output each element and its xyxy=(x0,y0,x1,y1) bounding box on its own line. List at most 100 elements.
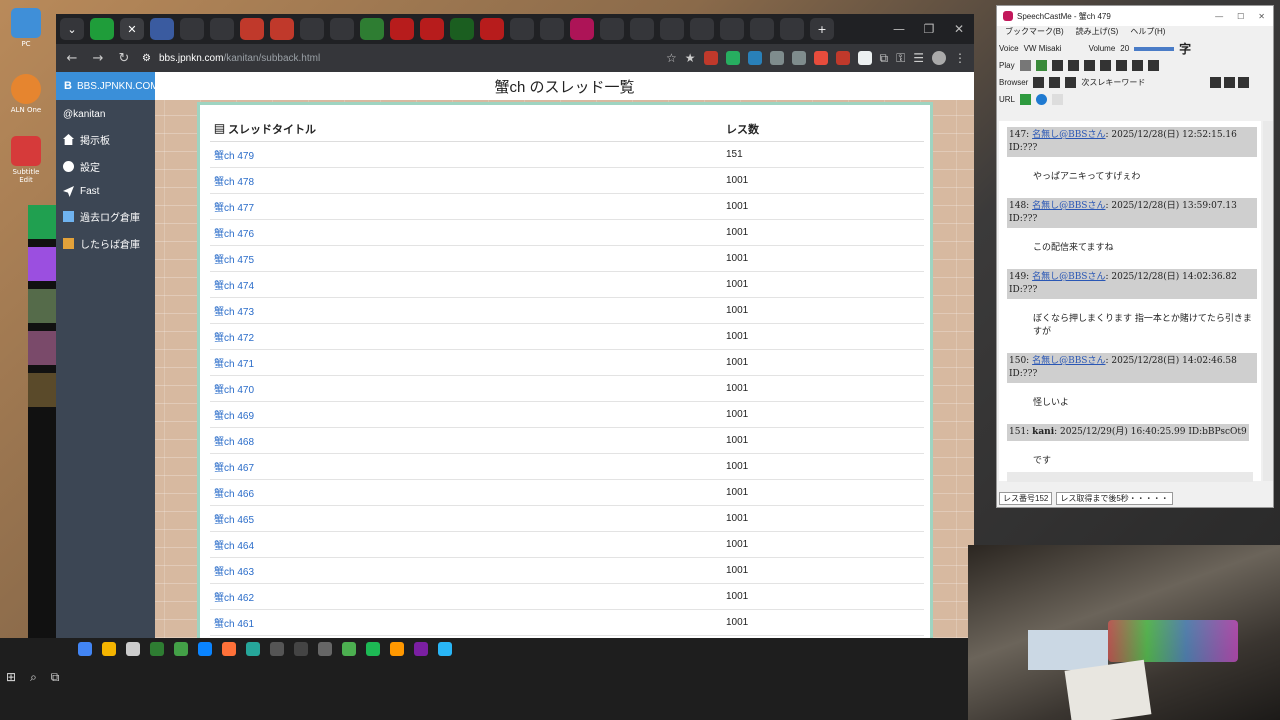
sidebar-item-board[interactable]: 掲示板 xyxy=(56,126,155,153)
close-icon[interactable]: ✕ xyxy=(944,22,974,36)
star-icon[interactable]: ★ xyxy=(685,51,696,65)
taskbar-app-icon[interactable] xyxy=(438,642,452,656)
tab[interactable] xyxy=(540,18,564,40)
taskbar-app-icon[interactable] xyxy=(390,642,404,656)
search-icon[interactable]: ⌕ xyxy=(30,670,37,685)
taskbar-app-icon[interactable] xyxy=(78,642,92,656)
stop-icon[interactable] xyxy=(1083,60,1095,71)
address-bar[interactable]: ⚙ bbs.jpnkn.com/kanitan/subback.html xyxy=(142,47,642,69)
thread-link[interactable]: 蟹ch 476 xyxy=(214,229,254,240)
forward-arrow-icon[interactable]: → xyxy=(90,51,106,66)
thumbnail[interactable] xyxy=(28,373,56,407)
post-author[interactable]: kani xyxy=(1032,427,1054,437)
tab[interactable] xyxy=(300,18,324,40)
sidebar-item-log-archive[interactable]: 過去ログ倉庫 xyxy=(56,203,155,230)
download-icon[interactable] xyxy=(1238,77,1249,88)
reload-icon[interactable]: ↻ xyxy=(116,51,132,66)
post-author[interactable]: 名無し@BBSさん xyxy=(1032,272,1105,282)
taskbar-app-icon[interactable] xyxy=(366,642,380,656)
tab[interactable] xyxy=(180,18,204,40)
tab[interactable] xyxy=(150,18,174,40)
extension-icon[interactable] xyxy=(813,51,828,65)
thread-link[interactable]: 蟹ch 478 xyxy=(214,177,254,188)
thread-link[interactable]: 蟹ch 468 xyxy=(214,437,254,448)
taskbar-app-icon[interactable] xyxy=(342,642,356,656)
tab[interactable] xyxy=(330,18,354,40)
tab[interactable] xyxy=(690,18,714,40)
zoom-out-icon[interactable] xyxy=(1210,77,1221,88)
thread-link[interactable]: 蟹ch 463 xyxy=(214,567,254,578)
thread-link[interactable]: 蟹ch 472 xyxy=(214,333,254,344)
brand-link[interactable]: B BBS.JPNKN.COM xyxy=(56,72,159,100)
thread-link[interactable]: 蟹ch 474 xyxy=(214,281,254,292)
scm-vertical-scrollbar[interactable] xyxy=(1263,121,1273,481)
avatar[interactable] xyxy=(932,51,946,65)
extension-icon[interactable] xyxy=(747,51,762,65)
extension-icon[interactable] xyxy=(703,51,718,65)
bookmark-icon[interactable] xyxy=(28,205,56,239)
taskbar-app-icon[interactable] xyxy=(126,642,140,656)
taskbar-app-icon[interactable] xyxy=(414,642,428,656)
back-arrow-icon[interactable]: ← xyxy=(64,51,80,66)
scm-horizontal-scrollbar[interactable] xyxy=(1007,472,1253,482)
heart-icon[interactable] xyxy=(28,247,56,281)
key-icon[interactable]: ⚿ xyxy=(896,51,905,66)
thread-link[interactable]: 蟹ch 469 xyxy=(214,411,254,422)
post-author[interactable]: 名無し@BBSさん xyxy=(1032,130,1105,140)
taskbar-app-icon[interactable] xyxy=(198,642,212,656)
task-view-icon[interactable]: ⧉ xyxy=(51,670,60,685)
tab-close-icon[interactable]: ✕ xyxy=(120,18,144,40)
desktop-icon-pc[interactable]: PC xyxy=(6,8,46,48)
taskbar-app-icon[interactable] xyxy=(102,642,116,656)
post-author[interactable]: 名無し@BBSさん xyxy=(1032,356,1105,366)
thread-link[interactable]: 蟹ch 466 xyxy=(214,489,254,500)
tab[interactable] xyxy=(360,18,384,40)
extension-icon[interactable] xyxy=(857,51,872,65)
minimize-icon[interactable]: — xyxy=(1215,12,1223,21)
taskbar-app-icon[interactable] xyxy=(270,642,284,656)
tab[interactable] xyxy=(390,18,414,40)
taskbar-app-icon[interactable] xyxy=(246,642,260,656)
tab[interactable] xyxy=(510,18,534,40)
bookmark-star-icon[interactable]: ☆ xyxy=(666,51,677,65)
tab-kick[interactable] xyxy=(90,18,114,40)
tab[interactable] xyxy=(630,18,654,40)
maximize-icon[interactable]: ❐ xyxy=(914,22,944,36)
thread-link[interactable]: 蟹ch 471 xyxy=(214,359,254,370)
extension-icon[interactable] xyxy=(769,51,784,65)
tab[interactable] xyxy=(600,18,624,40)
post-author[interactable]: 名無し@BBSさん xyxy=(1032,201,1105,211)
tab[interactable] xyxy=(420,18,444,40)
thread-link[interactable]: 蟹ch 473 xyxy=(214,307,254,318)
nav-back-icon[interactable] xyxy=(1033,77,1045,88)
thread-link[interactable]: 蟹ch 470 xyxy=(214,385,254,396)
menu-dots-icon[interactable]: ⋮ xyxy=(954,51,966,65)
fast-forward-icon[interactable] xyxy=(1115,60,1127,71)
taskbar-app-icon[interactable] xyxy=(150,642,164,656)
tab[interactable] xyxy=(270,18,294,40)
thumbnail[interactable] xyxy=(28,331,56,365)
pencil-icon[interactable] xyxy=(1035,60,1047,71)
tab-search-icon[interactable]: ⌄ xyxy=(60,18,84,40)
thread-link[interactable]: 蟹ch 479 xyxy=(214,151,254,162)
menu-read[interactable]: 読み上げ(S) xyxy=(1076,26,1119,40)
taskbar-app-icon[interactable] xyxy=(318,642,332,656)
thread-link[interactable]: 蟹ch 467 xyxy=(214,463,254,474)
ie-icon[interactable] xyxy=(1036,94,1048,105)
site-info-icon[interactable]: ⚙ xyxy=(142,53,151,64)
thread-link[interactable]: 蟹ch 461 xyxy=(214,619,254,630)
tab[interactable] xyxy=(660,18,684,40)
thread-link[interactable]: 蟹ch 477 xyxy=(214,203,254,214)
skip-back-icon[interactable] xyxy=(1051,60,1063,71)
thumbnail[interactable] xyxy=(28,289,56,323)
voice-select[interactable]: VW Misaki xyxy=(1024,44,1084,53)
zoom-in-icon[interactable] xyxy=(1224,77,1235,88)
puzzle-icon[interactable]: ⧉ xyxy=(880,51,889,66)
go-arrow-icon[interactable] xyxy=(1020,94,1032,105)
minimize-icon[interactable]: — xyxy=(884,22,914,36)
scroll-down-icon[interactable] xyxy=(1147,60,1159,71)
volume-slider[interactable] xyxy=(1134,46,1175,51)
maximize-icon[interactable]: ☐ xyxy=(1237,12,1244,21)
taskbar-app-icon[interactable] xyxy=(174,642,188,656)
extension-icon[interactable] xyxy=(791,51,806,65)
